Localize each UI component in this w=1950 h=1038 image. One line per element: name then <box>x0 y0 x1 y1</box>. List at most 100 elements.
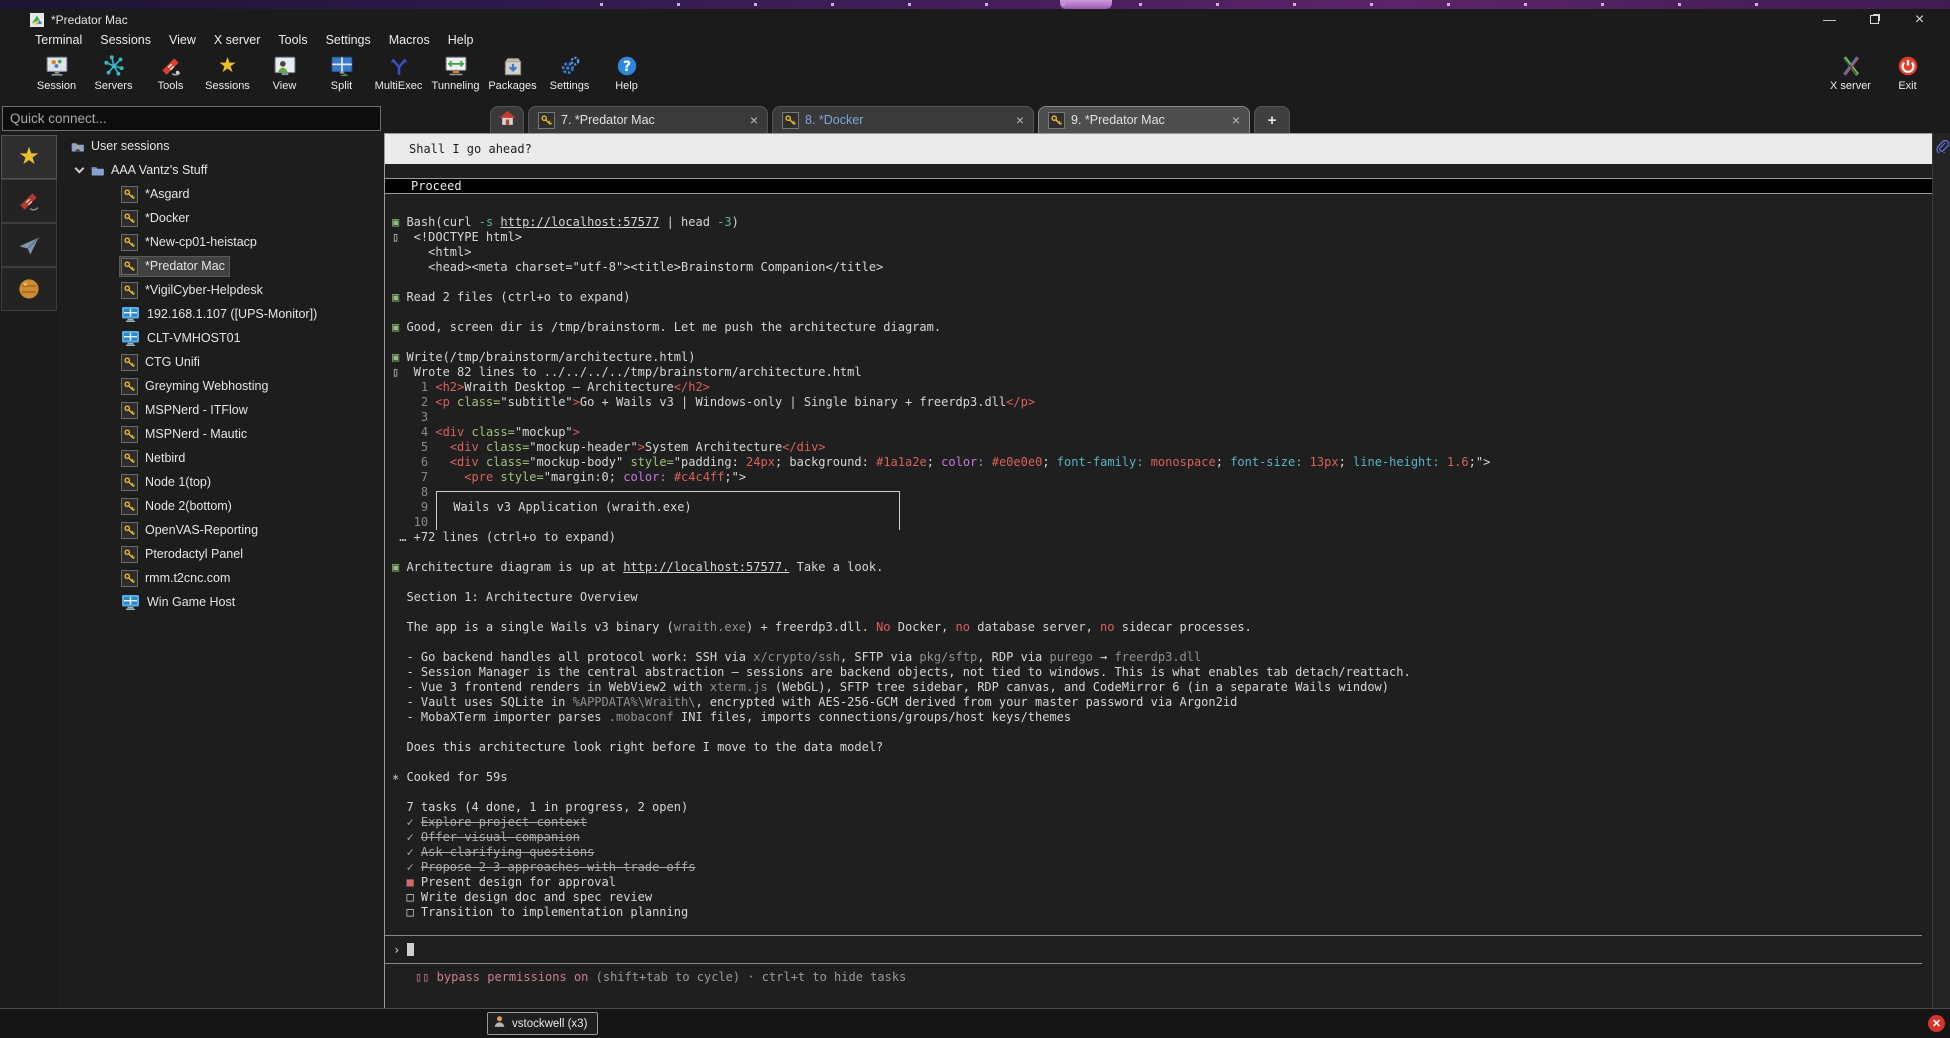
tools-icon <box>142 53 199 79</box>
session-item-aaa-vantz-s-stuff[interactable]: AAA Vantz's Stuff <box>58 158 384 182</box>
session-item--new-cp01-heistacp[interactable]: *New-cp01-heistacp <box>58 230 384 254</box>
terminal-tab-9-predator-mac[interactable]: 9. *Predator Mac × <box>1038 106 1250 133</box>
terminal-line <box>392 545 1932 560</box>
menu-terminal[interactable]: Terminal <box>26 30 91 49</box>
exit-button[interactable]: Exit <box>1879 49 1936 92</box>
terminal-line: 6 <div class="mockup-body" style="paddin… <box>392 455 1932 470</box>
terminal-line <box>392 725 1932 740</box>
terminal-tab-8-docker[interactable]: 8. *Docker × <box>772 106 1034 133</box>
session-item-openvas-reporting[interactable]: OpenVAS-Reporting <box>58 518 384 542</box>
session-item-mspnerd-mautic[interactable]: MSPNerd - Mautic <box>58 422 384 446</box>
settings-button[interactable]: Settings <box>541 49 598 92</box>
toolbar-label: Help <box>598 80 655 92</box>
session-button[interactable]: Session <box>28 49 85 92</box>
session-item-netbird[interactable]: Netbird <box>58 446 384 470</box>
session-item-node-2-bottom-[interactable]: Node 2(bottom) <box>58 494 384 518</box>
key-icon <box>538 112 555 129</box>
rail-star-icon[interactable]: ★ <box>1 135 57 179</box>
rail-knife-icon[interactable] <box>1 179 57 223</box>
terminal-line <box>392 605 1932 620</box>
prompt-input[interactable]: › <box>385 935 1922 964</box>
menu-sessions[interactable]: Sessions <box>91 30 160 49</box>
session-item-mspnerd-itflow[interactable]: MSPNerd - ITFlow <box>58 398 384 422</box>
toolbar-label: Session <box>28 80 85 92</box>
background-dots <box>600 3 1790 6</box>
session-item--asgard[interactable]: *Asgard <box>58 182 384 206</box>
terminal-line: - Vue 3 frontend renders in WebView2 wit… <box>392 680 1932 695</box>
session-item-192-168-1-107-ups-monitor-[interactable]: 192.168.1.107 ([UPS-Monitor]) <box>58 302 384 326</box>
menu-view[interactable]: View <box>160 30 205 49</box>
user-icon <box>493 1015 512 1033</box>
session-item-node-1-top-[interactable]: Node 1(top) <box>58 470 384 494</box>
view-button[interactable]: View <box>256 49 313 92</box>
sessions-button[interactable]: ★Sessions <box>199 49 256 92</box>
key-icon <box>121 474 138 491</box>
maximize-button[interactable] <box>1852 9 1897 30</box>
session-item-pterodactyl-panel[interactable]: Pterodactyl Panel <box>58 542 384 566</box>
session-item-label: *Predator Mac <box>145 259 225 273</box>
tunneling-button[interactable]: Tunneling <box>427 49 484 92</box>
terminal-tab-7-predator-mac[interactable]: 7. *Predator Mac× <box>528 106 768 133</box>
tab-close-icon[interactable]: × <box>736 112 758 128</box>
split-button[interactable]: Split <box>313 49 370 92</box>
terminal-line <box>392 335 1932 350</box>
close-button[interactable]: × <box>1897 9 1942 30</box>
terminal-line <box>392 635 1932 650</box>
session-item--vigilcyber-helpdesk[interactable]: *VigilCyber-Helpdesk <box>58 278 384 302</box>
new-tab-button[interactable]: + <box>1254 106 1290 133</box>
key-icon <box>1048 112 1065 129</box>
terminal-line: □ Write design doc and spec review <box>392 890 1932 905</box>
session-item-ctg-unifi[interactable]: CTG Unifi <box>58 350 384 374</box>
terminal-line: ∗ Cooked for 59s <box>392 770 1932 785</box>
servers-button[interactable]: Servers <box>85 49 142 92</box>
terminal-line: <head><meta charset="utf-8"><title>Brain… <box>392 260 1932 275</box>
session-item-greyming-webhosting[interactable]: Greyming Webhosting <box>58 374 384 398</box>
multiexec-button[interactable]: MultiExec <box>370 49 427 92</box>
rail-globe-icon[interactable] <box>1 267 57 311</box>
session-item-label: User sessions <box>91 139 170 153</box>
session-item-win-game-host[interactable]: Win Game Host <box>58 590 384 614</box>
quick-connect-input[interactable] <box>2 106 381 131</box>
session-item-label: Node 2(bottom) <box>145 499 232 513</box>
toolbar-label: View <box>256 80 313 92</box>
notification-close-icon[interactable]: ✕ <box>1928 1015 1945 1032</box>
packages-button[interactable]: Packages <box>484 49 541 92</box>
menu-x-server[interactable]: X server <box>205 30 270 49</box>
paperclip-icon[interactable] <box>1935 139 1949 158</box>
session-item--docker[interactable]: *Docker <box>58 206 384 230</box>
session-item--predator-mac[interactable]: *Predator Mac <box>58 254 384 278</box>
key-icon <box>121 426 138 443</box>
menu-tools[interactable]: Tools <box>269 30 316 49</box>
tab-close-icon[interactable]: × <box>1002 112 1024 128</box>
tab-close-icon[interactable]: × <box>1218 112 1240 128</box>
x-server-button[interactable]: X server <box>1822 49 1879 92</box>
tab-label: 8. *Docker <box>805 113 863 127</box>
terminal-output: ▣ Bash(curl -s http://localhost:57577 | … <box>385 215 1932 920</box>
home-tab[interactable] <box>490 106 524 133</box>
terminal-line: ▣ Architecture diagram is up at http://l… <box>392 560 1932 575</box>
toolbar-label: Split <box>313 80 370 92</box>
terminal-session-tab[interactable]: vstockwell (x3) <box>487 1012 598 1035</box>
tools-button[interactable]: Tools <box>142 49 199 92</box>
terminal-line: - Go backend handles all protocol work: … <box>392 650 1932 665</box>
terminal[interactable]: Shall I go ahead? Proceed ▣ Bash(curl -s… <box>384 133 1932 1008</box>
session-item-rmm-t2cnc-com[interactable]: rmm.t2cnc.com <box>58 566 384 590</box>
dialog-option-proceed[interactable]: Proceed <box>385 178 1932 194</box>
text-cursor <box>407 943 414 956</box>
tab-label: 9. *Predator Mac <box>1071 113 1165 127</box>
session-item-label: Greyming Webhosting <box>145 379 268 393</box>
menu-settings[interactable]: Settings <box>317 30 380 49</box>
terminal-line <box>392 275 1932 290</box>
chevron-down-icon[interactable] <box>72 168 86 172</box>
minimize-button[interactable]: — <box>1807 9 1852 30</box>
terminal-line: ▣ Write(/tmp/brainstorm/architecture.htm… <box>392 350 1932 365</box>
rail-plane-icon[interactable] <box>1 223 57 267</box>
session-item-user-sessions[interactable]: User sessions <box>58 134 384 158</box>
key-icon <box>121 522 138 539</box>
toolbar-label: Tunneling <box>427 80 484 92</box>
menu-help[interactable]: Help <box>439 30 483 49</box>
menu-macros[interactable]: Macros <box>380 30 439 49</box>
session-item-clt-vmhost01[interactable]: CLT-VMHOST01 <box>58 326 384 350</box>
help-button[interactable]: ?Help <box>598 49 655 92</box>
terminal-line: The app is a single Wails v3 binary (wra… <box>392 620 1932 635</box>
